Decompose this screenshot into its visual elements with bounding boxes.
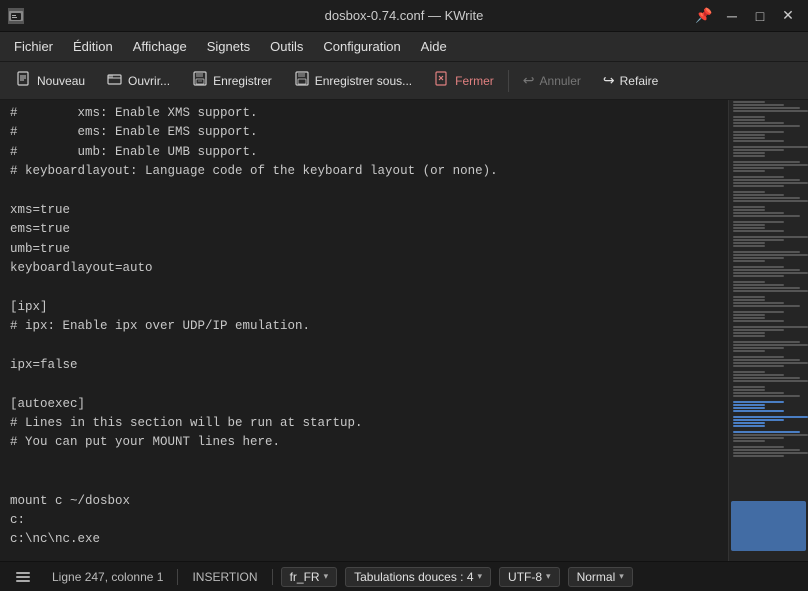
tabs-label: Tabulations douces : 4 [354, 570, 473, 584]
minimap-scrollbar[interactable] [728, 100, 808, 561]
enregistrer-label: Enregistrer [213, 74, 272, 88]
fermer-icon [434, 71, 450, 90]
enregistrer-icon [192, 71, 208, 90]
window-controls: 📌 ─ □ ✕ [692, 6, 800, 26]
menu-affichage[interactable]: Affichage [123, 35, 197, 58]
encoding-dropdown[interactable]: UTF-8 ▾ [499, 567, 560, 587]
pin-button[interactable]: 📌 [692, 6, 716, 26]
ouvrir-label: Ouvrir... [128, 74, 170, 88]
menu-bar: Fichier Édition Affichage Signets Outils… [0, 32, 808, 62]
edit-mode: INSERTION [186, 568, 263, 586]
language-dropdown[interactable]: fr_FR ▾ [281, 567, 338, 587]
enregistrer-sous-icon [294, 71, 310, 90]
status-sep-1 [177, 569, 178, 585]
refaire-icon: ↪ [603, 72, 615, 89]
tabs-chevron: ▾ [478, 571, 483, 582]
cursor-position: Ligne 247, colonne 1 [46, 568, 169, 586]
minimize-button[interactable]: ─ [720, 6, 744, 26]
nouveau-icon [16, 71, 32, 90]
toolbar-sep-1 [508, 70, 509, 92]
editor-text-area[interactable]: # xms: Enable XMS support. # ems: Enable… [0, 100, 728, 561]
annuler-icon: ↩ [523, 72, 535, 89]
enregistrer-sous-label: Enregistrer sous... [315, 74, 412, 88]
status-bar: Ligne 247, colonne 1 INSERTION fr_FR ▾ T… [0, 561, 808, 591]
nouveau-button[interactable]: Nouveau [6, 67, 95, 94]
view-mode-label: Normal [577, 570, 616, 584]
view-mode-dropdown[interactable]: Normal ▾ [568, 567, 633, 587]
menu-outils[interactable]: Outils [260, 35, 313, 58]
ouvrir-icon [107, 71, 123, 90]
lines-icon [16, 572, 30, 582]
refaire-label: Refaire [620, 74, 659, 88]
lines-icon-container [10, 570, 38, 584]
ouvrir-button[interactable]: Ouvrir... [97, 67, 180, 94]
titlebar-left [8, 8, 24, 24]
menu-aide[interactable]: Aide [411, 35, 457, 58]
editor-container: # xms: Enable XMS support. # ems: Enable… [0, 100, 808, 561]
close-button[interactable]: ✕ [776, 6, 800, 26]
annuler-label: Annuler [540, 74, 581, 88]
encoding-chevron: ▾ [546, 571, 551, 582]
menu-fichier[interactable]: Fichier [4, 35, 63, 58]
annuler-button[interactable]: ↩ Annuler [513, 68, 591, 93]
window-title: dosbox-0.74.conf — KWrite [325, 8, 484, 23]
encoding-label: UTF-8 [508, 570, 542, 584]
maximize-button[interactable]: □ [748, 6, 772, 26]
app-icon [8, 8, 24, 24]
tabs-dropdown[interactable]: Tabulations douces : 4 ▾ [345, 567, 491, 587]
fermer-button[interactable]: Fermer [424, 67, 504, 94]
enregistrer-button[interactable]: Enregistrer [182, 67, 282, 94]
language-label: fr_FR [290, 570, 320, 584]
toolbar: Nouveau Ouvrir... Enregistrer [0, 62, 808, 100]
language-chevron: ▾ [324, 571, 329, 582]
menu-edition[interactable]: Édition [63, 35, 123, 58]
fermer-label: Fermer [455, 74, 494, 88]
nouveau-label: Nouveau [37, 74, 85, 88]
title-bar: dosbox-0.74.conf — KWrite 📌 ─ □ ✕ [0, 0, 808, 32]
view-mode-chevron: ▾ [619, 571, 624, 582]
menu-configuration[interactable]: Configuration [313, 35, 410, 58]
status-sep-2 [272, 569, 273, 585]
enregistrer-sous-button[interactable]: Enregistrer sous... [284, 67, 422, 94]
menu-signets[interactable]: Signets [197, 35, 260, 58]
minimap[interactable] [729, 100, 808, 561]
refaire-button[interactable]: ↪ Refaire [593, 68, 668, 93]
